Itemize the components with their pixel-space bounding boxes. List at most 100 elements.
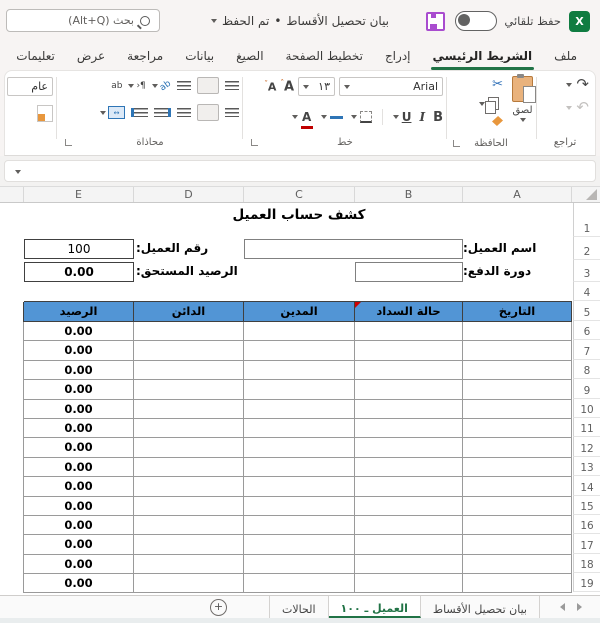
align-middle-icon[interactable] <box>197 77 219 94</box>
cell-date[interactable] <box>462 399 571 419</box>
cell-status[interactable] <box>354 535 462 555</box>
row-header[interactable]: 18 <box>573 553 600 574</box>
cell-debit[interactable] <box>243 380 354 400</box>
cell-credit[interactable] <box>133 399 243 419</box>
merge-center-button[interactable]: ↔ <box>100 106 125 119</box>
row-header[interactable]: 12 <box>573 437 600 457</box>
balance-due-value[interactable]: 0.00 <box>24 262 134 282</box>
cell-date[interactable] <box>462 574 571 594</box>
cell-date[interactable] <box>462 496 571 516</box>
cell-status[interactable] <box>354 322 462 342</box>
cell-date[interactable] <box>462 515 571 536</box>
column-header[interactable]: B <box>355 187 463 202</box>
cell-status[interactable] <box>354 341 462 361</box>
ribbon-tab[interactable]: الصيغ <box>225 44 274 70</box>
row-header[interactable]: 9 <box>573 379 600 399</box>
bold-button[interactable]: B <box>433 111 443 124</box>
sheet-tab[interactable]: العميل ـ ١٠٠ <box>328 596 421 618</box>
italic-button[interactable]: I <box>419 111 425 123</box>
cell-date[interactable] <box>462 457 571 478</box>
clipboard-dialog-launcher-icon[interactable] <box>453 140 460 147</box>
cell-status[interactable] <box>354 438 462 458</box>
cell-balance[interactable]: 0.00 <box>23 322 133 342</box>
row-header[interactable]: 15 <box>573 495 600 515</box>
redo-icon[interactable]: ↷ <box>576 77 589 92</box>
align-top-icon[interactable] <box>225 81 239 90</box>
font-size-combo[interactable]: ١٣ <box>298 77 335 96</box>
cell-credit[interactable] <box>133 341 243 361</box>
cell-status[interactable] <box>354 457 462 478</box>
cell-balance[interactable]: 0.00 <box>23 554 133 575</box>
alignment-dialog-launcher-icon[interactable] <box>65 139 72 146</box>
sheet-tab[interactable]: الحالات <box>269 596 329 618</box>
fill-color-button[interactable] <box>320 115 343 119</box>
row-header[interactable]: 14 <box>573 476 600 496</box>
cell-debit[interactable] <box>243 399 354 419</box>
cell-credit[interactable] <box>133 418 243 439</box>
sheet-nav-left-icon[interactable] <box>560 603 565 611</box>
cell-balance[interactable]: 0.00 <box>23 380 133 400</box>
cell-balance[interactable]: 0.00 <box>23 457 133 478</box>
cell-date[interactable] <box>462 360 571 381</box>
cell-balance[interactable]: 0.00 <box>23 535 133 555</box>
header-payment-status[interactable]: حالة السداد <box>354 302 462 322</box>
cell-debit[interactable] <box>243 438 354 458</box>
copy-icon[interactable] <box>485 97 499 114</box>
cell-debit[interactable] <box>243 496 354 516</box>
cell-balance[interactable]: 0.00 <box>23 341 133 361</box>
cell-status[interactable] <box>354 496 462 516</box>
ribbon-tab[interactable]: بيانات <box>174 44 225 70</box>
align-right-icon[interactable] <box>225 108 239 117</box>
cell-date[interactable] <box>462 535 571 555</box>
cell-debit[interactable] <box>243 322 354 342</box>
ribbon-tab[interactable]: عرض <box>66 44 116 70</box>
align-bottom-icon[interactable] <box>177 81 191 90</box>
cut-icon[interactable]: ✂ <box>479 78 503 91</box>
row-header[interactable]: 16 <box>573 514 600 535</box>
header-balance[interactable]: الرصيد <box>23 302 133 322</box>
format-painter-icon[interactable] <box>492 116 503 126</box>
formula-bar-expand-icon[interactable] <box>15 170 21 174</box>
cell-credit[interactable] <box>133 496 243 516</box>
accounting-format-icon[interactable] <box>37 105 53 122</box>
cell-date[interactable] <box>462 380 571 400</box>
cell-date[interactable] <box>462 554 571 575</box>
cell-credit[interactable] <box>133 515 243 536</box>
column-header[interactable]: A <box>463 187 572 202</box>
ribbon-tab[interactable]: مراجعة <box>116 44 174 70</box>
document-title[interactable]: بيان تحصيل الأقساط • تم الحفظ <box>210 14 389 28</box>
row-header[interactable]: 13 <box>573 456 600 477</box>
row-header[interactable]: 5 <box>573 301 600 321</box>
orientation-button[interactable]: ab <box>151 78 173 93</box>
cell-status[interactable] <box>354 360 462 381</box>
row-header[interactable]: 4 <box>573 282 600 301</box>
excel-app-icon[interactable]: X <box>569 10 590 32</box>
cell-date[interactable] <box>462 341 571 361</box>
column-header-sliver[interactable] <box>0 187 24 202</box>
cell-balance[interactable]: 0.00 <box>23 477 133 497</box>
cell-balance[interactable]: 0.00 <box>23 360 133 381</box>
cell-date[interactable] <box>462 418 571 439</box>
row-header[interactable]: 19 <box>573 573 600 593</box>
cell-balance[interactable]: 0.00 <box>23 515 133 536</box>
pay-cycle-input[interactable] <box>355 262 463 282</box>
cell-balance[interactable]: 0.00 <box>23 574 133 594</box>
autosave-toggle[interactable] <box>455 11 498 31</box>
column-header[interactable]: E <box>24 187 134 202</box>
paste-button[interactable]: لصق <box>512 74 536 126</box>
cell-credit[interactable] <box>133 360 243 381</box>
ribbon-tab[interactable]: ملف <box>543 44 588 70</box>
cell-debit[interactable] <box>243 457 354 478</box>
increase-indent-icon[interactable] <box>154 108 171 117</box>
font-name-combo[interactable]: Arial <box>339 77 443 96</box>
cell-date[interactable] <box>462 322 571 342</box>
row-header[interactable]: 17 <box>573 534 600 554</box>
cell-debit[interactable] <box>243 477 354 497</box>
column-header[interactable]: C <box>244 187 355 202</box>
font-dialog-launcher-icon[interactable] <box>251 139 258 146</box>
cell-debit[interactable] <box>243 535 354 555</box>
undo-icon[interactable]: ↶ <box>576 100 589 115</box>
ribbon-tab[interactable]: تعليمات <box>5 44 66 70</box>
formula-bar[interactable] <box>4 160 596 182</box>
header-credit[interactable]: الدائن <box>133 302 243 322</box>
